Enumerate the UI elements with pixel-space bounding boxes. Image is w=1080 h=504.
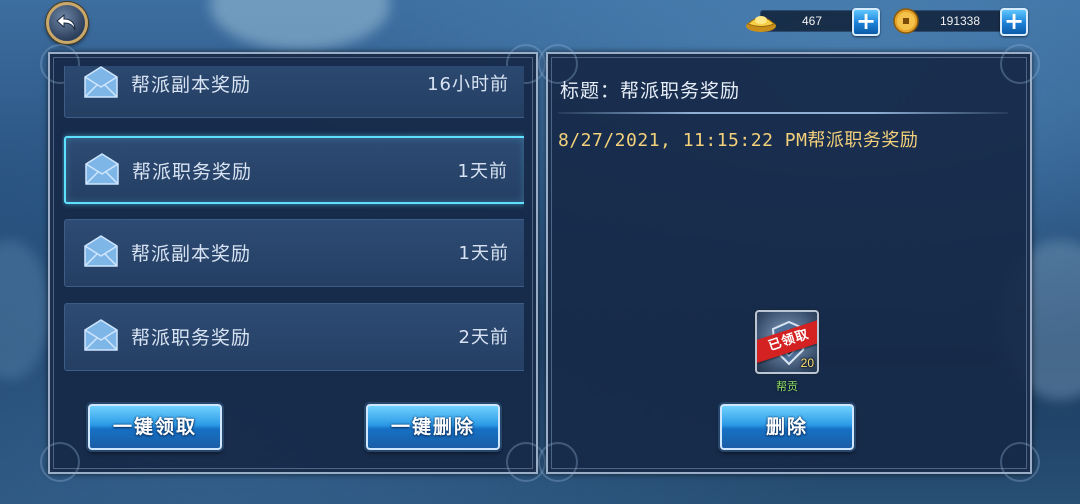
mail-time: 2天前 xyxy=(458,327,509,348)
add-gold-button[interactable]: + xyxy=(852,8,880,36)
mail-item-selected[interactable]: 帮派职务奖励 1天前 xyxy=(64,136,524,204)
corner-ornament xyxy=(1000,442,1040,482)
reward-item: 已领取 20 帮贡 xyxy=(754,310,820,394)
mail-list[interactable]: 帮派副本奖励 16小时前 帮派职务奖励 1天前 帮派副本奖励 1天前 帮派职务奖… xyxy=(62,66,524,376)
mail-item[interactable]: 帮派职务奖励 2天前 xyxy=(64,303,524,371)
delete-all-button[interactable]: 一键删除 xyxy=(366,404,500,450)
reward-slot[interactable]: 已领取 20 xyxy=(755,310,819,374)
background-pillar-left xyxy=(0,240,50,380)
coin-value: 191338 xyxy=(939,14,981,28)
reward-name: 帮贡 xyxy=(776,380,798,393)
divider xyxy=(558,112,1008,114)
mail-time: 1天前 xyxy=(458,243,509,264)
corner-ornament xyxy=(1000,44,1040,84)
mail-item[interactable]: 帮派副本奖励 16小时前 xyxy=(64,66,524,118)
mail-detail-panel: 标题：帮派职务奖励 8/27/2021, 11:15:22 PM帮派职务奖励 已… xyxy=(538,44,1040,482)
envelope-icon xyxy=(83,234,119,270)
detail-body: 8/27/2021, 11:15:22 PM帮派职务奖励 xyxy=(558,130,919,151)
back-button[interactable] xyxy=(46,2,88,44)
delete-button[interactable]: 删除 xyxy=(720,404,854,450)
envelope-icon xyxy=(83,318,119,354)
mail-title: 帮派副本奖励 xyxy=(131,243,252,265)
corner-ornament xyxy=(40,442,80,482)
mail-title: 帮派职务奖励 xyxy=(131,327,252,349)
mail-list-panel: 帮派副本奖励 16小时前 帮派职务奖励 1天前 帮派副本奖励 1天前 帮派职务奖… xyxy=(40,44,546,482)
gold-ingot-icon xyxy=(746,16,776,32)
back-arrow-icon xyxy=(56,13,76,31)
claim-all-button[interactable]: 一键领取 xyxy=(88,404,222,450)
envelope-icon xyxy=(84,152,120,188)
gold-value: 467 xyxy=(801,14,823,28)
corner-ornament xyxy=(538,442,578,482)
reward-count: 20 xyxy=(800,356,814,370)
detail-title: 标题：帮派职务奖励 xyxy=(560,80,741,102)
mail-time: 16小时前 xyxy=(427,74,509,95)
coin-currency: 191338 + xyxy=(892,6,1028,36)
mail-title: 帮派副本奖励 xyxy=(131,74,252,96)
mail-time: 1天前 xyxy=(457,161,508,182)
copper-coin-icon xyxy=(893,8,919,34)
add-coin-button[interactable]: + xyxy=(1000,8,1028,36)
mail-item[interactable]: 帮派副本奖励 1天前 xyxy=(64,219,524,287)
gold-currency: 467 + xyxy=(744,6,880,36)
mail-title: 帮派职务奖励 xyxy=(132,161,253,183)
envelope-icon xyxy=(83,66,119,101)
background-light xyxy=(210,0,390,50)
